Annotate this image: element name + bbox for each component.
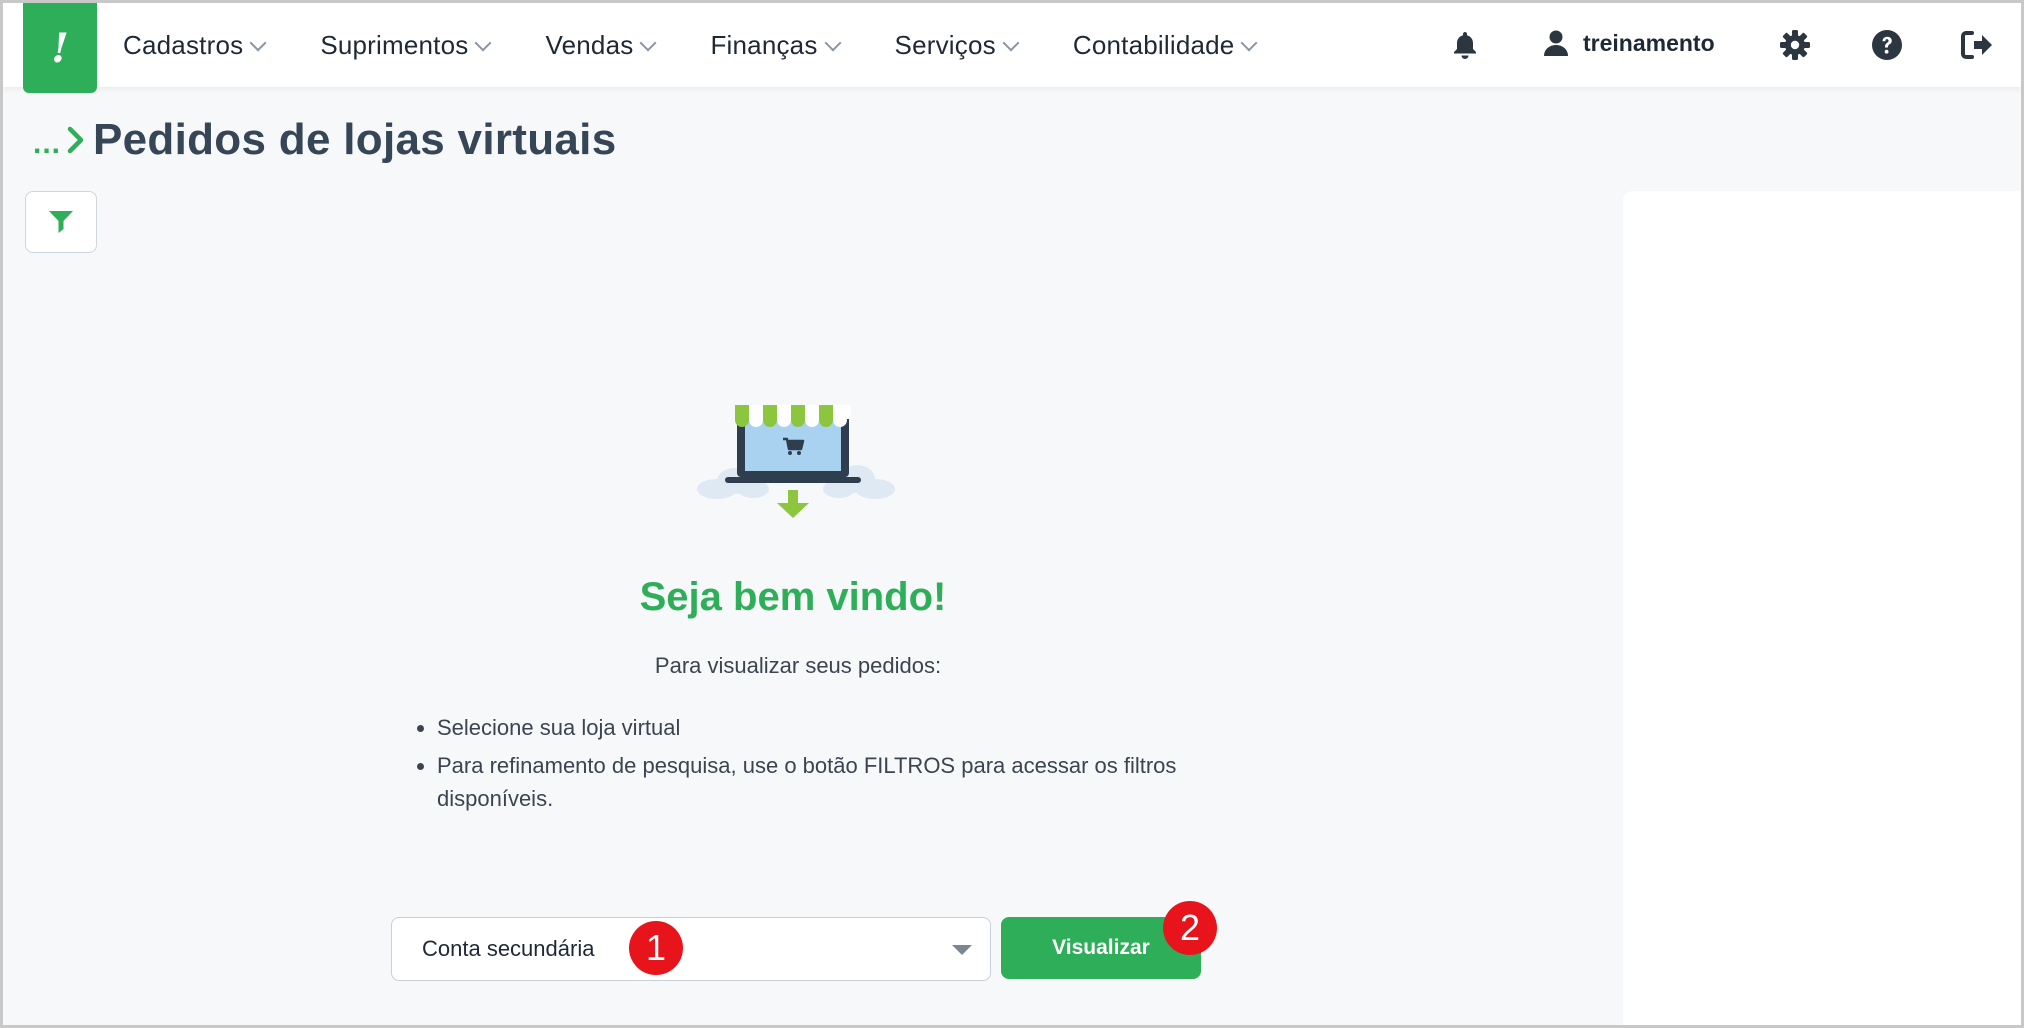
chevron-down-icon (1002, 34, 1020, 52)
app-logo[interactable]: ! (23, 3, 97, 93)
notifications-button[interactable] (1447, 27, 1483, 63)
chevron-down-icon (824, 34, 842, 52)
chevron-down-icon (249, 34, 267, 52)
settings-button[interactable] (1777, 27, 1813, 63)
menu-label: Serviços (894, 29, 996, 60)
menu-label: Contabilidade (1072, 29, 1235, 60)
welcome-title: Seja bem vindo! (639, 575, 947, 619)
list-item: Para refinamento de pesquisa, use o botã… (413, 749, 1217, 815)
menu-label: Suprimentos (320, 29, 469, 60)
menu-contabilidade[interactable]: Contabilidade (1072, 29, 1258, 61)
chevron-down-icon (1240, 34, 1258, 52)
chevron-right-icon (67, 126, 84, 154)
filter-icon (49, 211, 73, 233)
help-button[interactable] (1869, 27, 1905, 63)
menu-vendas[interactable]: Vendas (545, 29, 657, 61)
instructions-list: Selecione sua loja virtual Para refiname… (413, 711, 1193, 820)
chevron-down-icon (639, 34, 657, 52)
user-icon (1544, 30, 1568, 56)
menu-label: Finanças (710, 29, 818, 60)
menu-suprimentos[interactable]: Suprimentos (320, 29, 492, 61)
page-title: Pedidos de lojas virtuais (93, 115, 617, 164)
menu-servicos[interactable]: Serviços (894, 29, 1020, 61)
breadcrumb: ... Pedidos de lojas virtuais (33, 115, 616, 165)
logout-icon (1961, 31, 1992, 59)
breadcrumb-ellipsis[interactable]: ... (33, 127, 61, 161)
annotation-badge-1: 1 (629, 921, 683, 975)
store-select-value: Conta secundária (422, 936, 595, 961)
user-menu[interactable]: treinamento (1543, 29, 1715, 57)
annotation-badge-2: 2 (1163, 901, 1217, 955)
online-store-icon (697, 405, 895, 518)
logout-button[interactable] (1959, 27, 1995, 63)
app-window: ! Cadastros Suprimentos Vendas Finanças … (0, 0, 2024, 1028)
menu-label: Cadastros (123, 29, 244, 60)
welcome-subtitle: Para visualizar seus pedidos: (654, 653, 942, 678)
details-panel (1623, 191, 2021, 1025)
filters-button[interactable] (25, 191, 97, 253)
main-menu: Cadastros Suprimentos Vendas Finanças Se… (123, 3, 1311, 87)
username: treinamento (1583, 29, 1715, 56)
store-select[interactable]: Conta secundária (391, 917, 991, 981)
chevron-down-icon (474, 34, 492, 52)
gear-icon (1780, 30, 1810, 60)
top-navbar: ! Cadastros Suprimentos Vendas Finanças … (3, 3, 2021, 93)
list-item: Selecione sua loja virtual (413, 711, 1193, 744)
menu-label: Vendas (545, 29, 634, 60)
caret-down-icon[interactable] (952, 945, 972, 955)
menu-financas[interactable]: Finanças (710, 29, 842, 61)
menu-cadastros[interactable]: Cadastros (123, 29, 267, 61)
bell-icon (1454, 32, 1476, 59)
help-icon (1872, 30, 1902, 60)
